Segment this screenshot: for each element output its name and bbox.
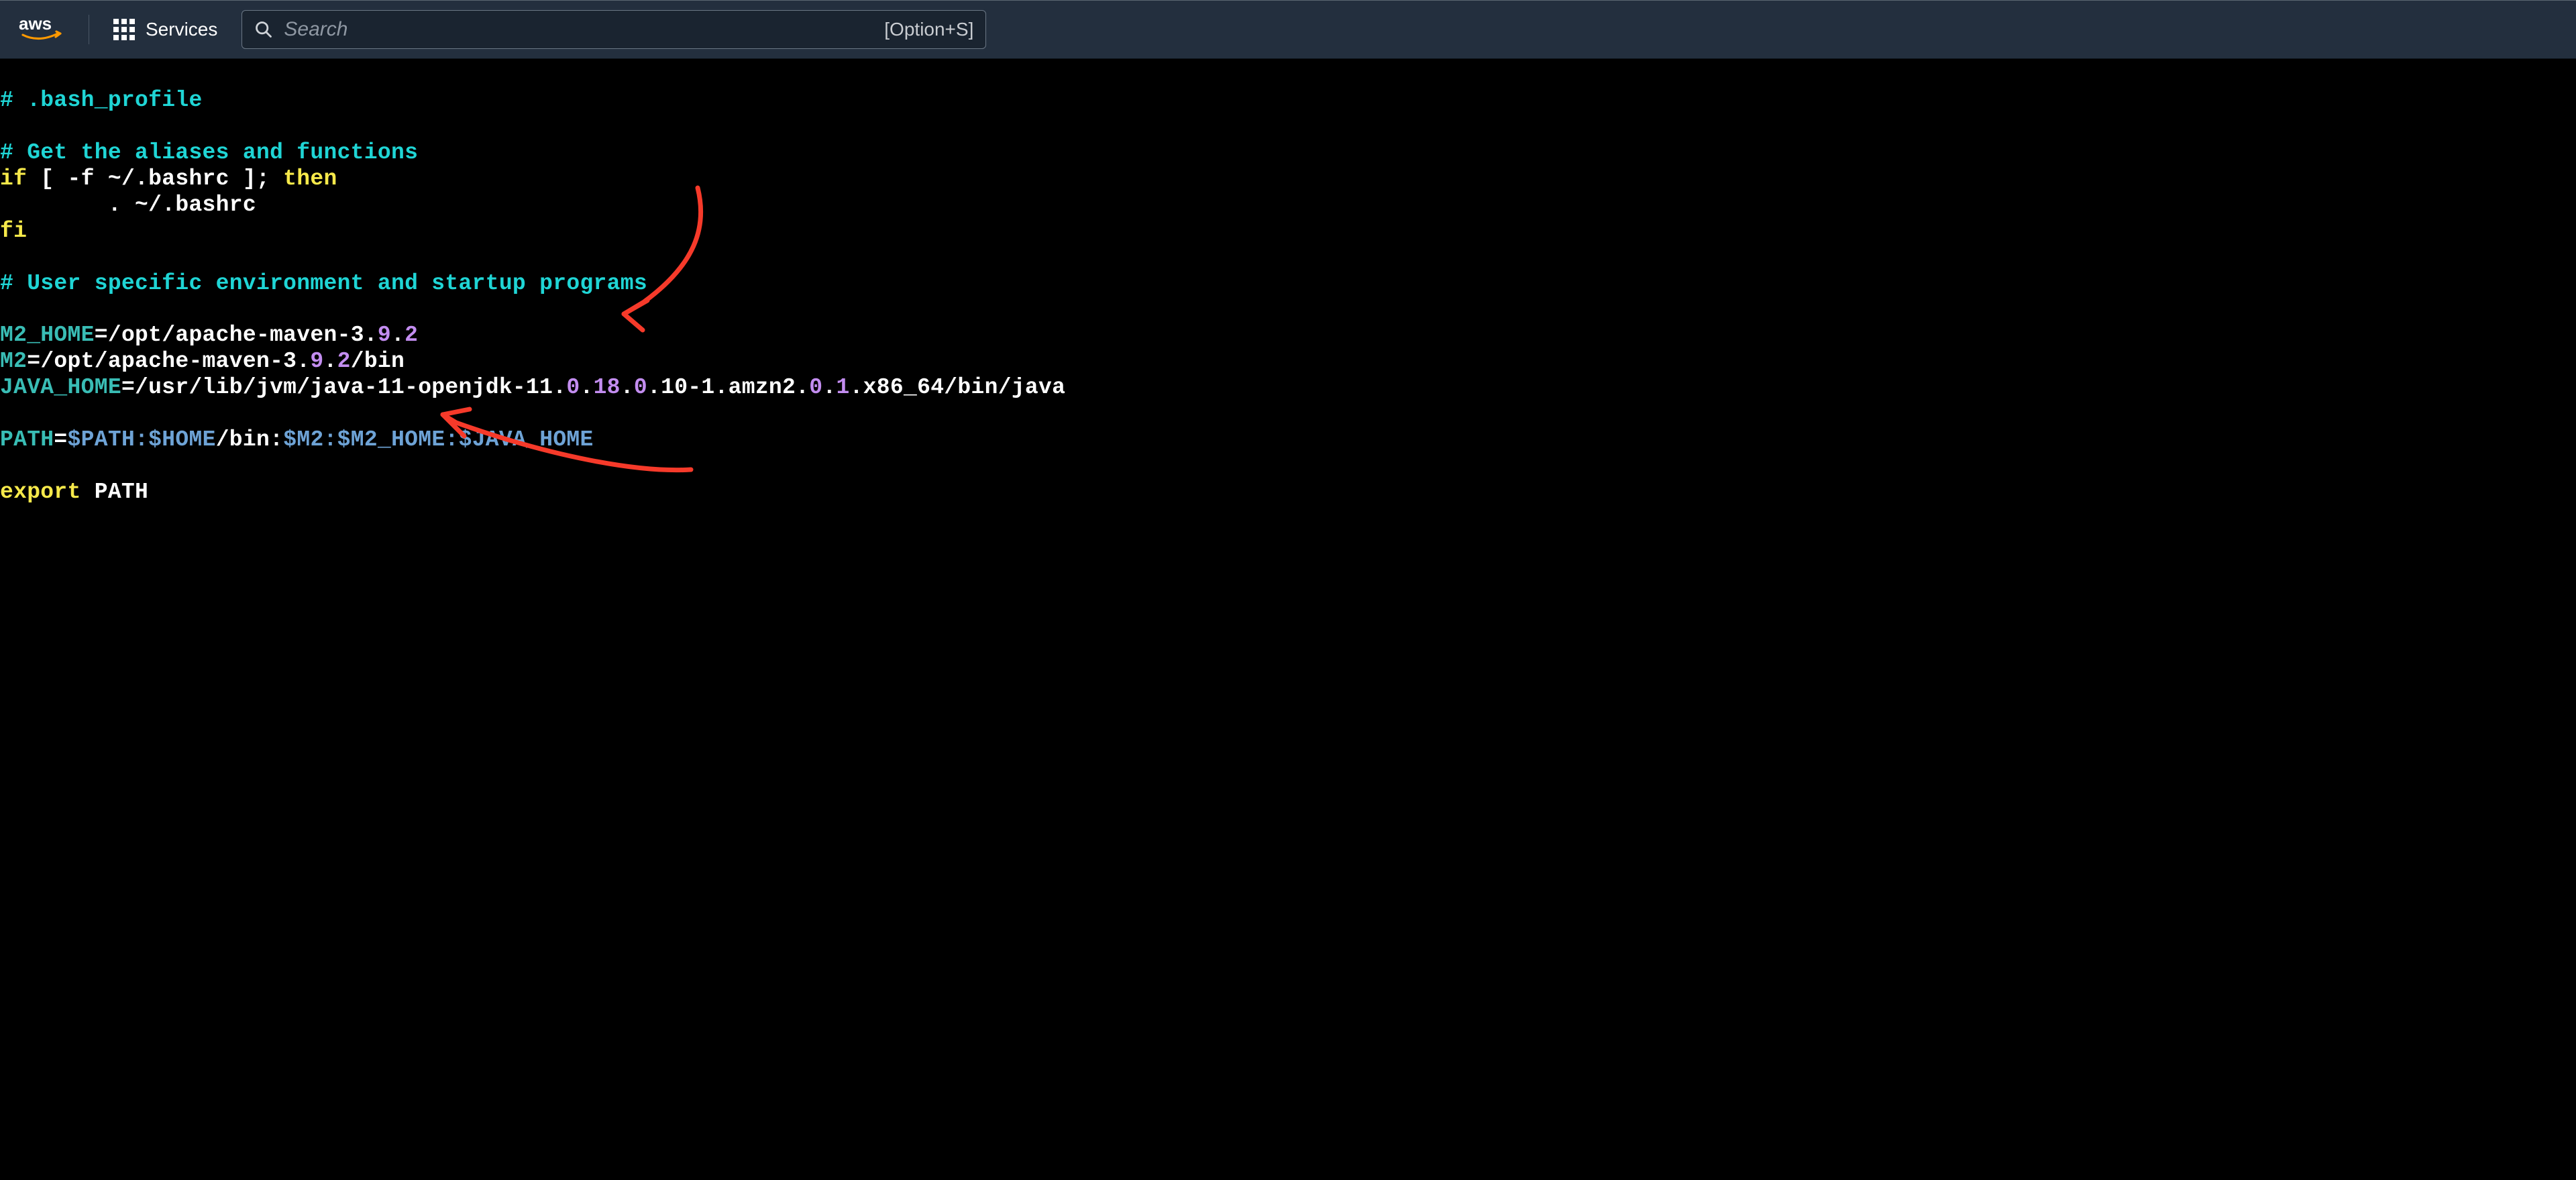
code-keyword: export	[0, 480, 81, 504]
code-comment: # User specific environment and startup …	[0, 271, 647, 296]
aws-top-nav: aws Services [Option+S]	[0, 0, 2576, 59]
code-var: M2_HOME	[0, 323, 95, 347]
services-label: Services	[146, 19, 217, 40]
code-keyword: if	[0, 166, 27, 191]
services-menu-button[interactable]: Services	[105, 19, 225, 40]
svg-text:aws: aws	[19, 15, 52, 34]
code-comment: # Get the aliases and functions	[0, 140, 418, 165]
search-box[interactable]: [Option+S]	[241, 10, 986, 49]
search-shortcut-hint: [Option+S]	[884, 19, 973, 40]
code-var: JAVA_HOME	[0, 375, 121, 400]
search-icon	[254, 20, 273, 39]
code-line: . ~/.bashrc	[0, 193, 256, 217]
code-keyword: then	[283, 166, 337, 191]
code-keyword: fi	[0, 219, 27, 244]
grid-icon	[113, 19, 135, 40]
aws-logo-icon: aws	[19, 15, 67, 44]
code-comment: # .bash_profile	[0, 88, 203, 113]
aws-logo[interactable]: aws	[13, 15, 72, 44]
code-var: M2	[0, 349, 27, 374]
search-input[interactable]	[284, 18, 873, 41]
code-var: PATH	[0, 427, 54, 452]
editor-content: # .bash_profile # Get the aliases and fu…	[0, 59, 2576, 506]
